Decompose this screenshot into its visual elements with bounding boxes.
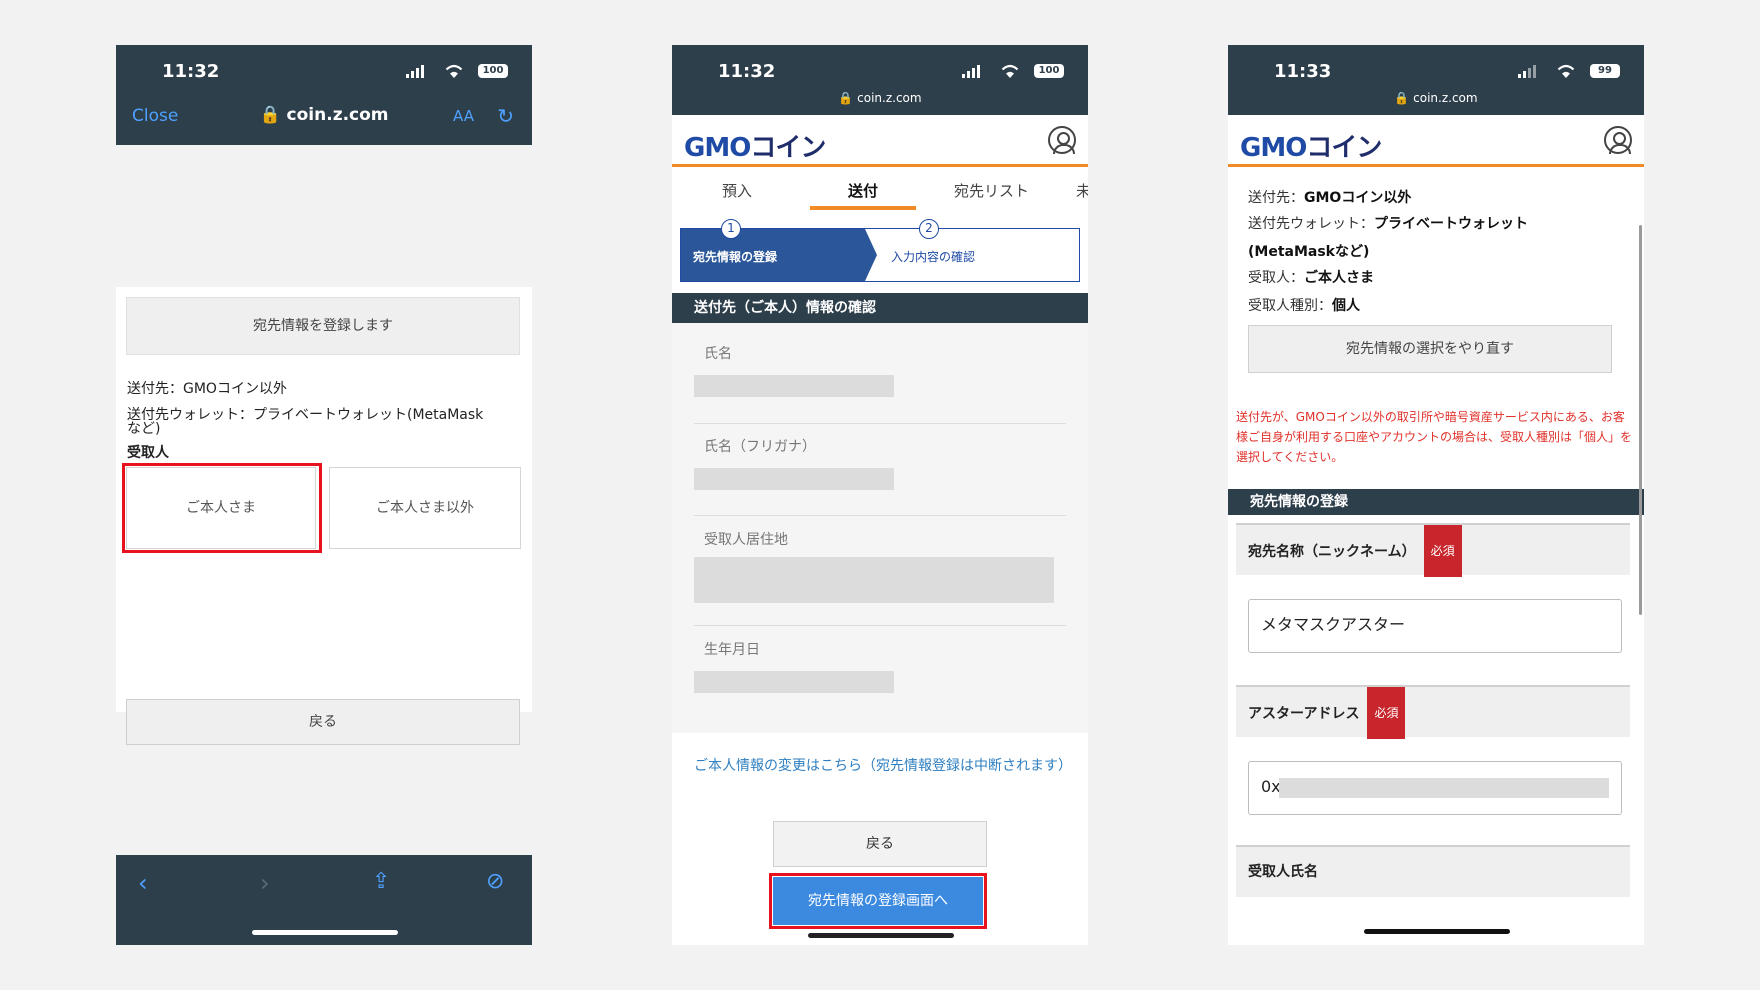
address-prefix: 0x	[1261, 777, 1281, 796]
site-header: GMOコイン	[672, 115, 1088, 167]
highlight-frame	[122, 463, 322, 553]
wifi-icon	[1001, 64, 1019, 78]
recipient-name-label: 受取人氏名	[1236, 845, 1630, 897]
dest-text: 送付先：GMOコイン以外	[127, 381, 287, 397]
back-arrow-icon[interactable]: ‹	[138, 869, 148, 897]
battery-icon: 100	[1034, 64, 1064, 78]
nickname-input[interactable]: メタマスクアスター	[1248, 599, 1622, 653]
divider	[694, 423, 1066, 424]
highlight-frame	[769, 873, 987, 929]
home-indicator	[252, 930, 398, 935]
section-title: 宛先情報の登録	[1228, 489, 1644, 515]
reload-icon[interactable]: ↻	[497, 104, 514, 128]
safari-toolbar: ‹ › ⇪ ⊘	[116, 855, 532, 945]
battery-icon: 100	[478, 64, 508, 78]
summary-type: 受取人種別：個人	[1248, 298, 1360, 314]
status-time: 11:32	[162, 61, 220, 82]
back-button[interactable]: 戻る	[126, 699, 520, 745]
page-heading-box: 宛先情報を登録します	[126, 297, 520, 355]
home-indicator	[1364, 929, 1510, 934]
field-name-label: 氏名	[704, 346, 732, 362]
field-kana-value	[694, 468, 894, 490]
tab-deposit[interactable]: 預入	[722, 180, 752, 201]
phone-screen-1: 11:32 100 Close 🔒 coin.z.com AA ↻ 宛先情報を登…	[116, 45, 532, 945]
divider	[694, 515, 1066, 516]
summary-dest: 送付先：GMOコイン以外	[1248, 190, 1412, 206]
notice-text: 送付先が、GMOコイン以外の取引所や暗号資産サービス内にある、お客様ご自身が利用…	[1236, 410, 1633, 464]
summary-wallet-2: (MetaMaskなど)	[1248, 244, 1370, 260]
step-2-number: 2	[919, 219, 939, 239]
reselect-button[interactable]: 宛先情報の選択をやり直す	[1248, 325, 1612, 373]
url-bar[interactable]: 🔒 coin.z.com	[672, 91, 1088, 105]
divider	[694, 625, 1066, 626]
content-card: 宛先情報を登録します 送付先：GMOコイン以外 送付先ウォレット：プライベートウ…	[116, 287, 532, 745]
nickname-label: 宛先名称（ニックネーム） 必須	[1236, 523, 1630, 577]
tab-address-list[interactable]: 宛先リスト	[954, 180, 1029, 201]
change-info-link[interactable]: ご本人情報の変更はこちら（宛先情報登録は中断されます）	[694, 753, 1074, 779]
field-kana-label: 氏名（フリガナ）	[704, 439, 816, 455]
step-1-label: 宛先情報の登録	[693, 250, 778, 264]
required-badge: 必須	[1367, 687, 1406, 739]
active-tab-indicator	[810, 206, 916, 210]
home-indicator	[808, 933, 954, 938]
signal-icon	[1518, 65, 1536, 78]
progress-steps: 宛先情報の登録 入力内容の確認 1 2	[680, 219, 1080, 282]
field-name-value	[694, 375, 894, 397]
tab-send[interactable]: 送付	[848, 180, 878, 201]
recipient-label: 受取人	[127, 445, 169, 461]
user-icon[interactable]	[1048, 126, 1076, 154]
summary-wallet: 送付先ウォレット：プライベートウォレット	[1248, 216, 1528, 232]
required-badge: 必須	[1423, 525, 1462, 577]
safari-header: 11:32 100 Close 🔒 coin.z.com AA ↻	[116, 45, 532, 145]
gmo-logo[interactable]: GMOコイン	[1240, 127, 1382, 164]
field-residence-value	[694, 557, 1054, 603]
phone-screen-3: 11:33 99 🔒 coin.z.com GMOコイン 送付先：GMOコイン以…	[1228, 45, 1644, 945]
site-header: GMOコイン	[1228, 115, 1644, 167]
text-size-button[interactable]: AA	[453, 107, 474, 125]
wallet-text-1: 送付先ウォレット：プライベートウォレット(MetaMask	[127, 407, 484, 423]
step-1-number: 1	[721, 219, 741, 239]
field-birthdate-value	[694, 671, 894, 693]
summary-recipient: 受取人：ご本人さま	[1248, 270, 1374, 286]
battery-icon: 99	[1590, 64, 1620, 78]
back-button[interactable]: 戻る	[773, 821, 987, 867]
nav-tabs: 預入 送付 宛先リスト 未	[672, 170, 1088, 210]
status-time: 11:32	[718, 61, 776, 82]
status-bar: 11:32 100 🔒 coin.z.com	[672, 45, 1088, 115]
address-label: アスターアドレス 必須	[1236, 685, 1630, 739]
page-heading: 宛先情報を登録します	[253, 318, 393, 334]
status-bar: 11:33 99 🔒 coin.z.com	[1228, 45, 1644, 115]
tab-more[interactable]: 未	[1076, 180, 1088, 201]
phone-screen-2: 11:32 100 🔒 coin.z.com GMOコイン 預入 送付 宛先リス…	[672, 45, 1088, 945]
wifi-icon	[1557, 64, 1575, 78]
user-icon[interactable]	[1604, 126, 1632, 154]
share-icon[interactable]: ⇪	[372, 869, 390, 894]
address-input[interactable]: 0x	[1248, 761, 1622, 815]
signal-icon	[962, 65, 980, 78]
other-option-button[interactable]: ご本人さま以外	[329, 467, 521, 549]
status-time: 11:33	[1274, 61, 1332, 82]
compass-icon[interactable]: ⊘	[486, 869, 504, 894]
url-bar[interactable]: 🔒 coin.z.com	[1228, 91, 1644, 105]
section-title: 送付先（ご本人）情報の確認	[672, 293, 1088, 323]
gmo-logo[interactable]: GMOコイン	[684, 127, 826, 164]
wallet-text-2: など)	[127, 421, 161, 437]
signal-icon	[406, 65, 424, 78]
wifi-icon	[445, 64, 463, 78]
scrollbar[interactable]	[1639, 225, 1642, 615]
confirm-form: 氏名 氏名（フリガナ） 受取人居住地 生年月日	[672, 323, 1088, 733]
address-masked	[1279, 778, 1609, 798]
field-birthdate-label: 生年月日	[704, 642, 760, 658]
forward-arrow-icon[interactable]: ›	[260, 869, 270, 897]
field-residence-label: 受取人居住地	[704, 532, 788, 548]
step-2-label: 入力内容の確認	[891, 250, 976, 264]
